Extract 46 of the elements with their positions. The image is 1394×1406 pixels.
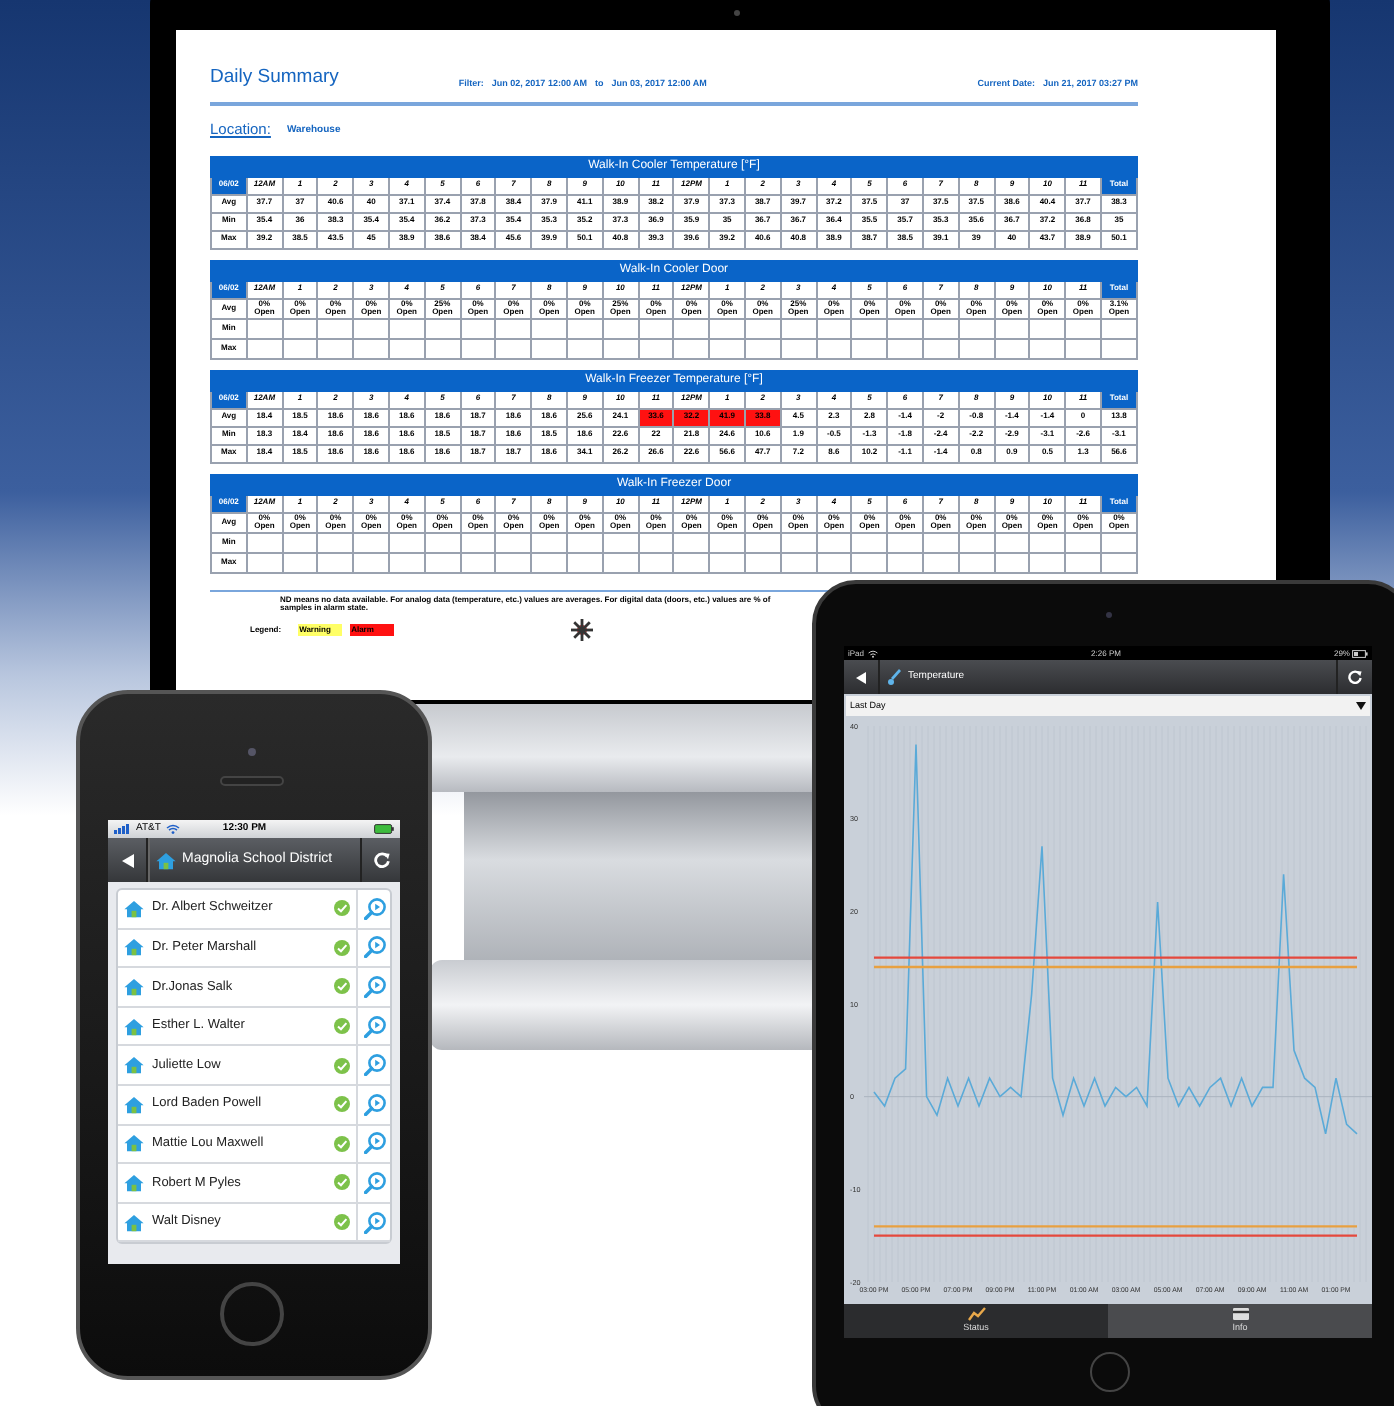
house-icon <box>156 851 176 869</box>
company-logo-icon <box>569 617 594 642</box>
details-button[interactable] <box>356 1007 390 1045</box>
magnifier-icon <box>363 936 385 959</box>
details-button[interactable] <box>356 1085 390 1124</box>
house-icon <box>124 1017 144 1036</box>
magnifier-icon <box>363 975 385 998</box>
house-icon <box>124 1213 144 1232</box>
home-button[interactable] <box>220 1282 284 1346</box>
details-button[interactable] <box>356 929 390 967</box>
signal-icon <box>114 824 130 834</box>
house-icon <box>124 938 144 957</box>
dropdown-caret-icon <box>1356 702 1366 710</box>
magnifier-icon <box>363 1211 385 1234</box>
battery-icon <box>374 824 394 834</box>
home-button[interactable] <box>1090 1352 1130 1392</box>
details-button[interactable] <box>356 1203 390 1241</box>
battery-icon <box>1352 649 1368 657</box>
back-icon <box>856 671 866 683</box>
magnifier-icon <box>363 1171 385 1194</box>
details-button[interactable] <box>356 1125 390 1163</box>
house-icon <box>124 899 144 918</box>
details-button[interactable] <box>356 1164 390 1202</box>
magnifier-icon <box>363 1093 385 1116</box>
details-button[interactable] <box>356 968 390 1006</box>
speaker-grille <box>220 776 284 786</box>
house-icon <box>124 1056 144 1075</box>
details-button[interactable] <box>356 890 390 928</box>
magnifier-icon <box>363 1132 385 1155</box>
magnifier-icon <box>363 1054 385 1077</box>
thermometer-icon <box>888 668 902 686</box>
refresh-icon <box>1348 670 1362 684</box>
refresh-icon <box>373 852 389 868</box>
house-icon <box>124 1095 144 1114</box>
wifi-icon <box>166 824 181 834</box>
magnifier-icon <box>363 1015 385 1038</box>
house-icon <box>124 977 144 996</box>
magnifier-icon <box>363 897 385 920</box>
card-icon <box>1231 1306 1249 1323</box>
details-button[interactable] <box>356 1046 390 1084</box>
house-icon <box>124 1134 144 1153</box>
back-icon <box>121 853 133 867</box>
chart-icon <box>967 1306 985 1323</box>
wifi-icon <box>868 649 879 657</box>
report-title: Daily Summary <box>210 64 339 92</box>
house-icon <box>124 1173 144 1192</box>
